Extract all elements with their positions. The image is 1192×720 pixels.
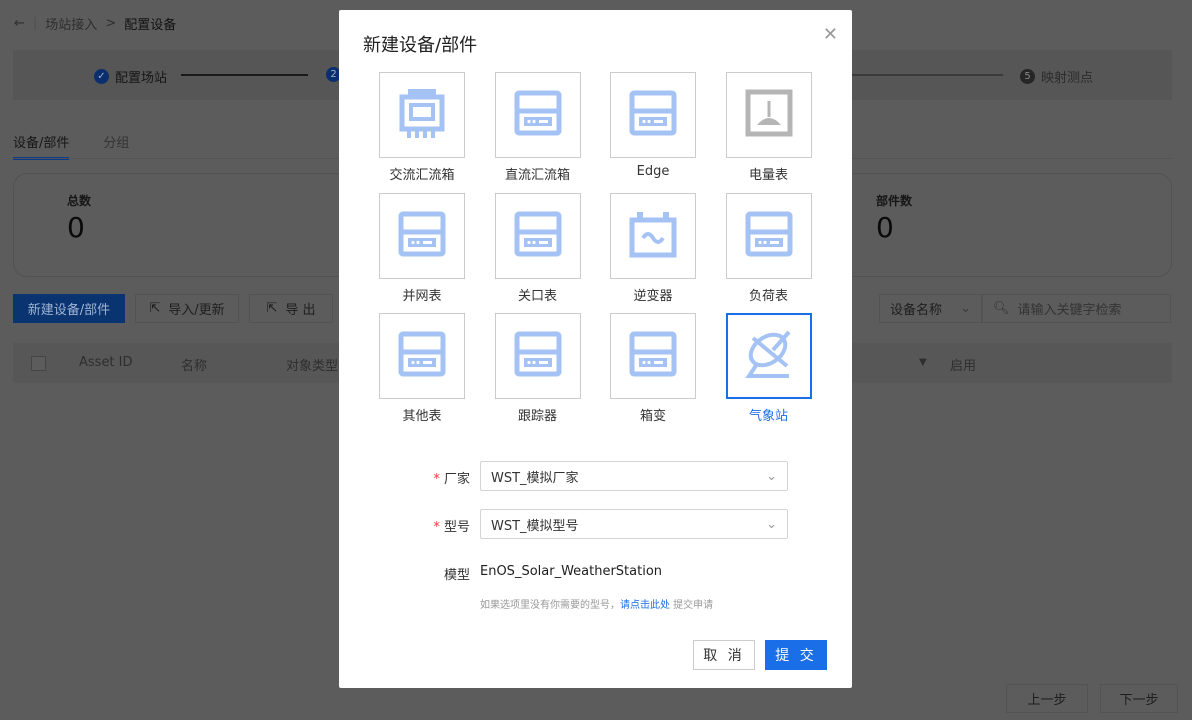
import-icon: ⇱ bbox=[149, 301, 161, 316]
device-type-label[interactable]: 跟踪器 bbox=[480, 405, 596, 424]
device-icon bbox=[398, 210, 446, 262]
device-type-tile[interactable] bbox=[725, 72, 812, 158]
step-label: 映射测点 bbox=[1041, 71, 1094, 86]
weather-station-icon bbox=[741, 326, 797, 386]
filter-field-select[interactable]: 设备名称 ⌄ bbox=[879, 294, 982, 323]
inverter-icon bbox=[629, 210, 677, 262]
modal-title: 新建设备/部件 bbox=[363, 35, 478, 56]
chevron-down-icon: ⌄ bbox=[960, 301, 971, 316]
model-label: 模型 bbox=[443, 568, 470, 583]
col-enabled: 启用 bbox=[950, 359, 977, 374]
prev-step-button[interactable]: 上一步 bbox=[1006, 684, 1088, 713]
device-type-tile[interactable] bbox=[379, 192, 465, 279]
model-value: EnOS_Solar_WeatherStation bbox=[480, 564, 663, 579]
device-type-tile[interactable] bbox=[379, 72, 465, 158]
close-icon[interactable]: ✕ bbox=[823, 24, 838, 45]
col-type: 对象类型 bbox=[286, 359, 339, 374]
device-icon bbox=[514, 89, 562, 141]
device-type-label[interactable]: 电量表 bbox=[711, 164, 827, 183]
step-number: 5 bbox=[1020, 69, 1035, 84]
chevron-down-icon: ⌄ bbox=[766, 516, 777, 532]
device-type-tile[interactable] bbox=[494, 72, 581, 158]
device-type-label[interactable]: Edge bbox=[595, 164, 711, 179]
cancel-button[interactable]: 取 消 bbox=[693, 640, 755, 670]
ac-combiner-icon bbox=[398, 87, 446, 143]
device-type-tile[interactable] bbox=[610, 72, 696, 158]
col-name: 名称 bbox=[181, 359, 208, 374]
device-icon bbox=[398, 330, 446, 382]
breadcrumb: ← | 场站接入 > 配置设备 bbox=[14, 14, 177, 33]
device-icon bbox=[629, 89, 677, 141]
check-icon: ✓ bbox=[94, 69, 109, 84]
model-no-label: * 型号 bbox=[433, 520, 470, 535]
device-type-label[interactable]: 其他表 bbox=[364, 405, 480, 424]
device-icon bbox=[514, 210, 562, 262]
device-type-label[interactable]: 直流汇流箱 bbox=[480, 164, 596, 183]
device-type-tile[interactable] bbox=[379, 313, 465, 399]
import-button[interactable]: ⇱ 导入/更新 bbox=[135, 294, 239, 323]
device-type-label[interactable]: 交流汇流箱 bbox=[364, 164, 480, 183]
tab-devices[interactable]: 设备/部件 bbox=[13, 132, 70, 160]
vendor-label: * 厂家 bbox=[433, 472, 470, 487]
request-link[interactable]: 请点击此处 bbox=[620, 600, 670, 611]
meter-icon bbox=[745, 89, 793, 141]
device-icon bbox=[514, 330, 562, 382]
device-type-label[interactable]: 箱变 bbox=[595, 405, 711, 424]
device-type-label[interactable]: 并网表 bbox=[364, 285, 480, 304]
breadcrumb-current: 配置设备 bbox=[124, 18, 177, 33]
device-type-tile[interactable] bbox=[494, 313, 581, 399]
stat-parts: 部件数 0 bbox=[876, 194, 913, 244]
device-type-label[interactable]: 负荷表 bbox=[711, 285, 827, 304]
vendor-select[interactable]: WST_模拟厂家 ⌄ bbox=[480, 461, 788, 491]
new-device-button[interactable]: 新建设备/部件 bbox=[13, 294, 125, 323]
submit-button[interactable]: 提 交 bbox=[765, 640, 827, 670]
device-icon bbox=[745, 210, 793, 262]
hint-text: 如果选项里没有你需要的型号，请点击此处 提交申请 bbox=[480, 600, 714, 611]
tabs: 设备/部件 分组 bbox=[13, 132, 129, 160]
model-no-select[interactable]: WST_模拟型号 ⌄ bbox=[480, 509, 788, 539]
filter-icon[interactable]: ▼ bbox=[919, 357, 927, 368]
search-icon: 🔍︎ bbox=[993, 301, 1010, 316]
tab-groups[interactable]: 分组 bbox=[103, 132, 129, 160]
device-type-tile[interactable] bbox=[725, 313, 812, 399]
new-device-modal: 新建设备/部件 ✕ 交流汇流箱 直流汇流箱 Edge 电量表并网表 关口表 逆变器 负荷表其… bbox=[339, 10, 852, 688]
back-arrow-icon[interactable]: ← bbox=[14, 16, 25, 31]
device-type-label[interactable]: 关口表 bbox=[480, 285, 596, 304]
device-type-tile[interactable] bbox=[494, 192, 581, 279]
search-input[interactable]: 🔍︎ 请输入关键字检索 bbox=[982, 294, 1171, 323]
select-all-checkbox[interactable] bbox=[31, 356, 46, 371]
chevron-down-icon: ⌄ bbox=[766, 468, 777, 484]
export-button[interactable]: ⇱ 导 出 bbox=[249, 294, 333, 323]
col-asset-id: Asset ID bbox=[79, 355, 133, 370]
export-icon: ⇱ bbox=[266, 301, 278, 316]
step-1: ✓ 配置场站 bbox=[94, 67, 167, 86]
stat-total: 总数 0 bbox=[67, 194, 92, 244]
breadcrumb-parent[interactable]: 场站接入 bbox=[45, 14, 97, 33]
device-type-label[interactable]: 气象站 bbox=[711, 405, 827, 424]
device-type-tile[interactable] bbox=[725, 192, 812, 279]
device-type-label[interactable]: 逆变器 bbox=[595, 285, 711, 304]
device-icon bbox=[629, 330, 677, 382]
device-type-tile[interactable] bbox=[610, 313, 696, 399]
breadcrumb-separator: > bbox=[105, 16, 117, 31]
step-5: 5 映射测点 bbox=[1020, 67, 1093, 86]
next-step-button[interactable]: 下一步 bbox=[1100, 684, 1178, 713]
device-type-tile[interactable] bbox=[610, 192, 696, 279]
step-label: 配置场站 bbox=[115, 71, 168, 86]
